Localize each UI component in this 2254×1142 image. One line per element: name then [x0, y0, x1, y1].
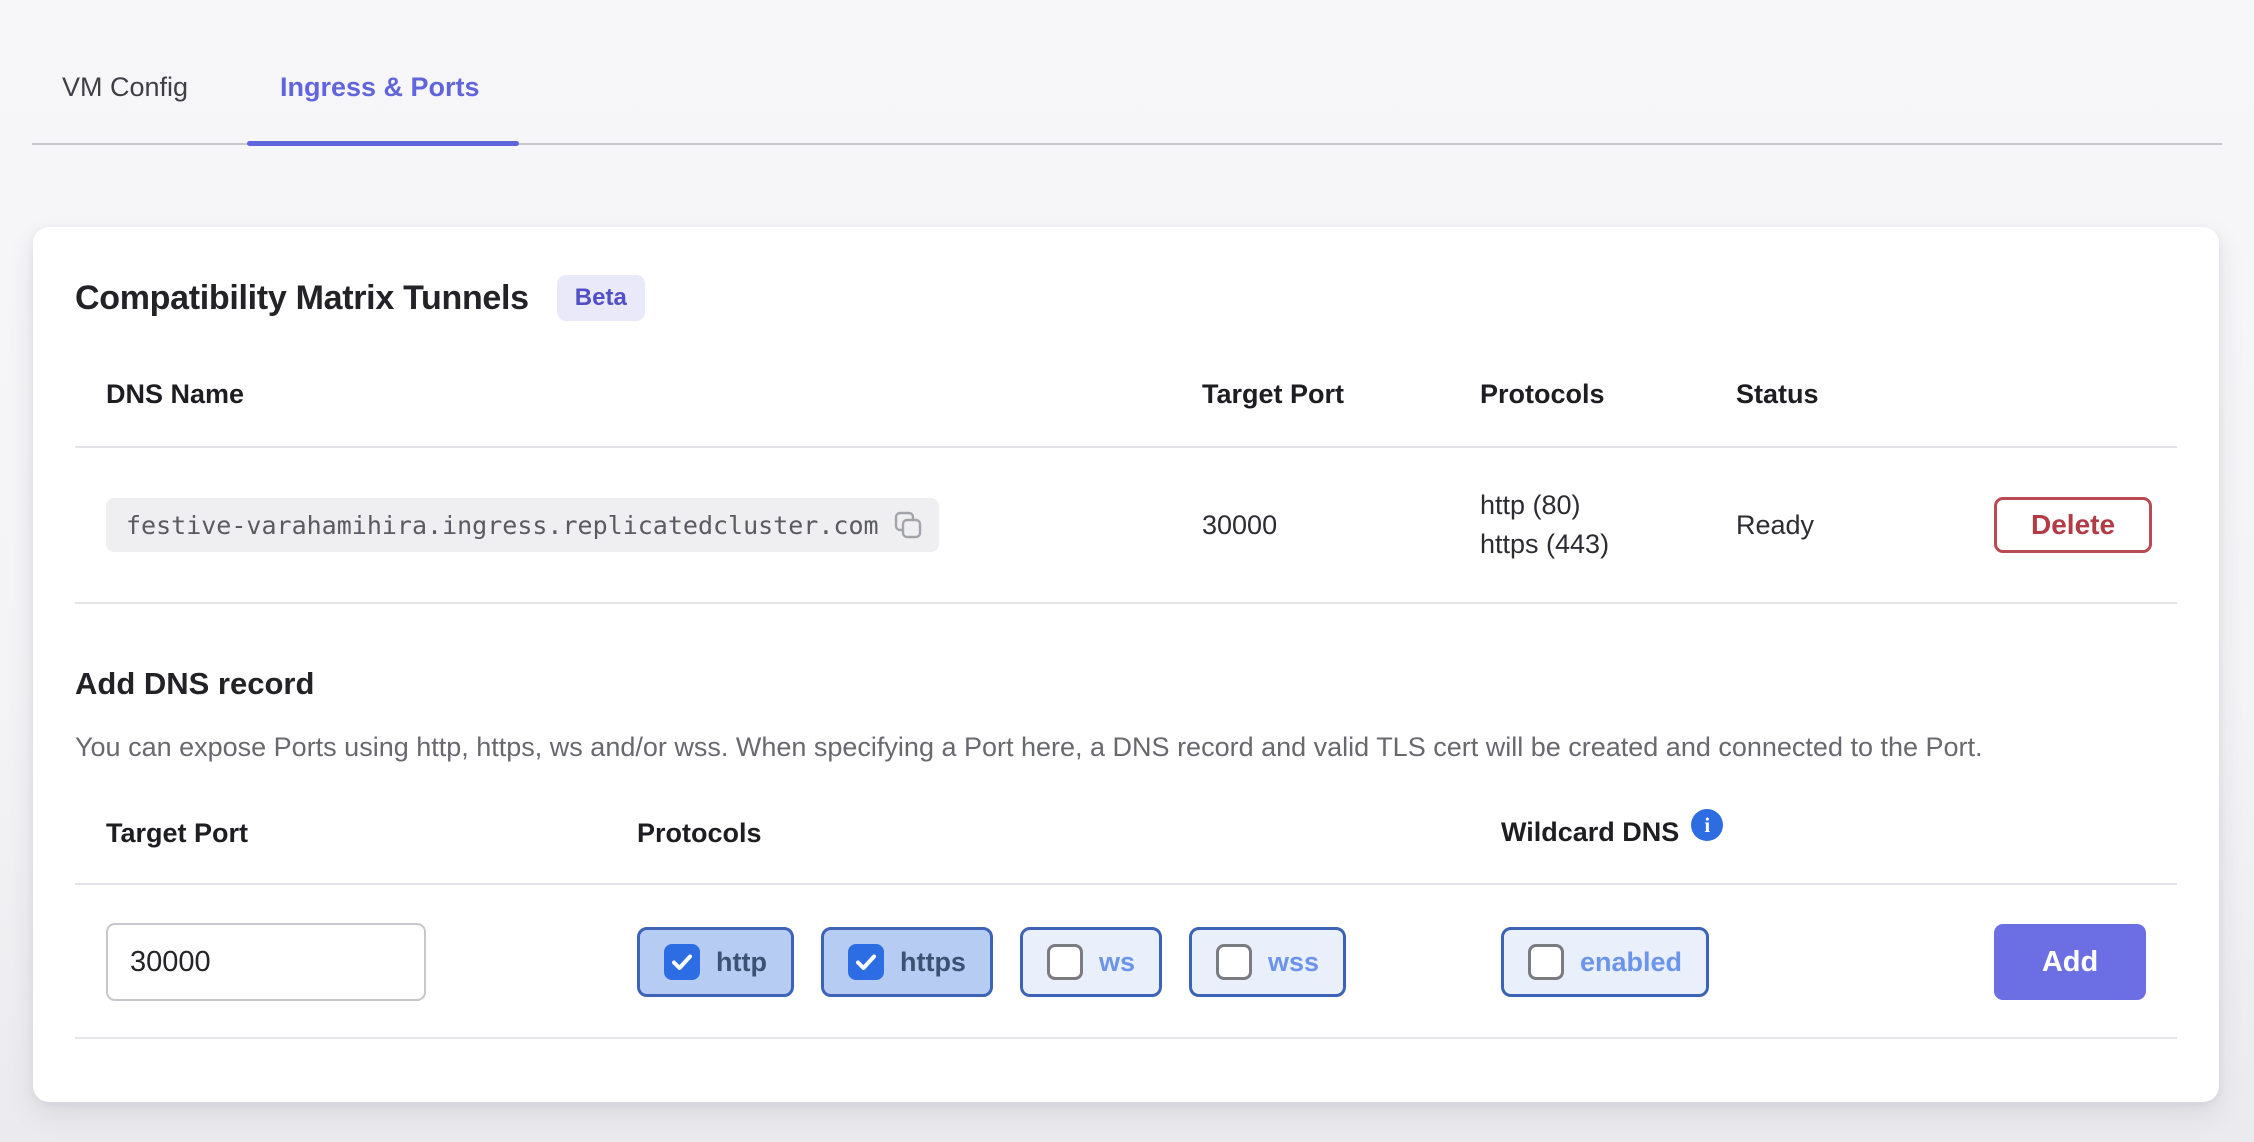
checkbox-https[interactable]: [848, 944, 884, 980]
row-target-port: 30000: [1202, 510, 1480, 541]
add-dns-description: You can expose Ports using http, https, …: [75, 728, 2145, 767]
column-header-protocols: Protocols: [1480, 379, 1736, 410]
wildcard-enabled-chip[interactable]: enabled: [1501, 927, 1709, 997]
copy-icon[interactable]: [893, 510, 923, 540]
checkbox-wildcard-enabled[interactable]: [1528, 944, 1564, 980]
form-label-row: Target Port Protocols Wildcard DNS i: [75, 817, 2177, 885]
add-button[interactable]: Add: [1994, 924, 2146, 1000]
tab-vm-config[interactable]: VM Config: [62, 72, 188, 103]
protocol-chip-wss[interactable]: wss: [1189, 927, 1346, 997]
column-header-dns-name: DNS Name: [106, 379, 1202, 410]
form-label-wildcard-dns: Wildcard DNS: [1501, 817, 1679, 848]
row-protocol-http: http (80): [1480, 486, 1736, 525]
target-port-input[interactable]: [106, 923, 426, 1001]
card-title-row: Compatibility Matrix Tunnels Beta: [75, 275, 2177, 321]
tab-ingress-ports[interactable]: Ingress & Ports: [280, 72, 480, 103]
form-label-protocols: Protocols: [637, 818, 1501, 849]
wildcard-enabled-label: enabled: [1580, 947, 1682, 978]
form-label-target-port: Target Port: [106, 818, 637, 849]
active-tab-underline: [247, 141, 519, 146]
info-icon[interactable]: i: [1691, 809, 1723, 841]
add-dns-heading: Add DNS record: [75, 666, 2177, 702]
protocol-chip-https[interactable]: https: [821, 927, 993, 997]
protocol-chip-https-label: https: [900, 947, 966, 978]
protocol-chip-http-label: http: [716, 947, 767, 978]
beta-badge: Beta: [557, 275, 645, 321]
tunnels-card: Compatibility Matrix Tunnels Beta DNS Na…: [33, 227, 2219, 1102]
protocol-chip-wss-label: wss: [1268, 947, 1319, 978]
tab-bar: VM Config Ingress & Ports: [0, 0, 2254, 146]
protocol-chip-ws[interactable]: ws: [1020, 927, 1162, 997]
checkbox-http[interactable]: [664, 944, 700, 980]
form-controls-row: http https ws: [75, 923, 2177, 1001]
column-header-status: Status: [1736, 379, 1994, 410]
protocol-chips: http https ws: [637, 927, 1501, 997]
protocol-chip-ws-label: ws: [1099, 947, 1135, 978]
checkbox-ws[interactable]: [1047, 944, 1083, 980]
row-protocol-https: https (443): [1480, 525, 1736, 564]
delete-button[interactable]: Delete: [1994, 497, 2152, 553]
row-status: Ready: [1736, 510, 1994, 541]
row-protocols: http (80) https (443): [1480, 486, 1736, 564]
dns-name-pill: festive-varahamihira.ingress.replicatedc…: [106, 498, 939, 552]
dns-name-text: festive-varahamihira.ingress.replicatedc…: [126, 511, 879, 540]
card-title: Compatibility Matrix Tunnels: [75, 279, 529, 318]
table-row: festive-varahamihira.ingress.replicatedc…: [75, 448, 2177, 604]
table-header-row: DNS Name Target Port Protocols Status: [75, 379, 2177, 448]
card-bottom-divider: [75, 1037, 2177, 1039]
protocol-chip-http[interactable]: http: [637, 927, 794, 997]
checkbox-wss[interactable]: [1216, 944, 1252, 980]
column-header-target-port: Target Port: [1202, 379, 1480, 410]
